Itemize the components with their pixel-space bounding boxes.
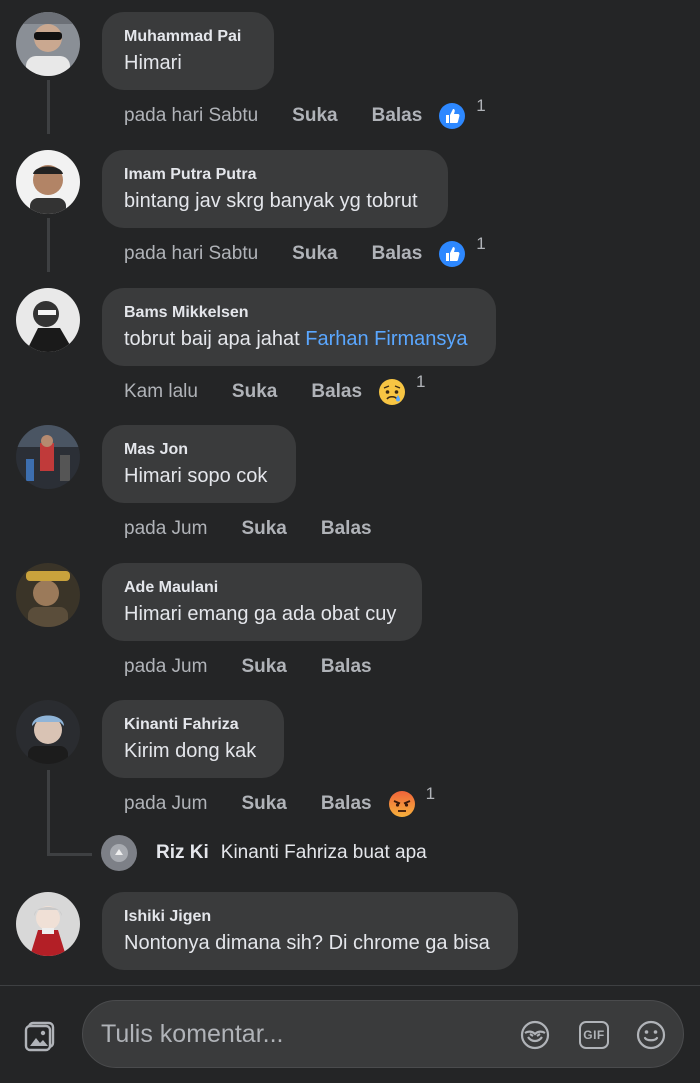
comment-bubble[interactable]: Kinanti Fahriza Kirim dong kak bbox=[102, 700, 284, 778]
reaction-count: 1 bbox=[476, 234, 486, 253]
like-button[interactable]: Suka bbox=[241, 656, 286, 678]
like-button[interactable]: Suka bbox=[241, 793, 286, 815]
reply-preview[interactable]: Riz Ki Kinanti Fahriza buat apa bbox=[101, 834, 427, 872]
comment-bubble[interactable]: Muhammad Pai Himari bbox=[102, 12, 274, 90]
comment-time[interactable]: pada hari Sabtu bbox=[124, 243, 258, 265]
comment-composer: GIF bbox=[0, 985, 700, 1083]
like-button[interactable]: Suka bbox=[241, 518, 286, 540]
reaction-count: 1 bbox=[425, 784, 436, 803]
reaction-count: 1 bbox=[416, 372, 426, 391]
comment-bubble[interactable]: Imam Putra Putra bintang jav skrg banyak… bbox=[102, 150, 448, 228]
like-button[interactable]: Suka bbox=[232, 381, 277, 403]
comment-actions: Kam lalu Suka Balas 1 bbox=[124, 372, 426, 407]
avatar[interactable] bbox=[16, 425, 80, 489]
reply-thread-connector bbox=[47, 770, 92, 856]
comment-author[interactable]: Imam Putra Putra bbox=[124, 164, 426, 186]
comment-actions: pada hari Sabtu Suka Balas 1 bbox=[124, 234, 486, 269]
reply-button[interactable]: Balas bbox=[372, 105, 423, 127]
sad-reaction-icon[interactable] bbox=[378, 378, 406, 406]
comment-bubble[interactable]: Mas Jon Himari sopo cok bbox=[102, 425, 296, 503]
comment-input-container[interactable]: GIF bbox=[82, 1000, 684, 1068]
thread-line bbox=[47, 218, 50, 272]
like-button[interactable]: Suka bbox=[292, 243, 337, 265]
comment-text: Himari emang ga ada obat cuy bbox=[124, 603, 397, 625]
avatar[interactable] bbox=[16, 700, 80, 764]
photo-icon[interactable] bbox=[22, 1018, 58, 1054]
comment-author[interactable]: Muhammad Pai bbox=[124, 26, 252, 48]
mention-link[interactable]: Farhan Firmansya bbox=[305, 328, 467, 350]
reply-button[interactable]: Balas bbox=[372, 243, 423, 265]
comment-text: Nontonya dimana sih? Di chrome ga bisa bbox=[124, 932, 490, 954]
avatar[interactable] bbox=[101, 835, 137, 871]
reaction-count: 1 bbox=[476, 96, 486, 115]
reply-text: Kinanti Fahriza buat apa bbox=[220, 842, 427, 863]
comment-bubble[interactable]: Ade Maulani Himari emang ga ada obat cuy bbox=[102, 563, 422, 641]
comment-author[interactable]: Bams Mikkelsen bbox=[124, 302, 474, 324]
like-button[interactable]: Suka bbox=[292, 105, 337, 127]
sticker-icon[interactable] bbox=[519, 1019, 551, 1051]
comment-actions: pada Jum Suka Balas bbox=[124, 514, 384, 544]
comment-text: bintang jav skrg banyak yg tobrut bbox=[124, 190, 418, 212]
comment-time[interactable]: Kam lalu bbox=[124, 381, 198, 403]
comment-time[interactable]: pada Jum bbox=[124, 656, 207, 678]
comment-feed: Muhammad Pai Himari pada hari Sabtu Suka… bbox=[0, 0, 700, 985]
reply-button[interactable]: Balas bbox=[321, 793, 372, 815]
comment-time[interactable]: pada Jum bbox=[124, 793, 207, 815]
gif-button[interactable]: GIF bbox=[579, 1021, 609, 1049]
comment-author[interactable]: Kinanti Fahriza bbox=[124, 714, 262, 736]
comment-text: Himari bbox=[124, 52, 182, 74]
avatar[interactable] bbox=[16, 563, 80, 627]
avatar[interactable] bbox=[16, 288, 80, 352]
comment-text-body: tobrut baij apa jahat bbox=[124, 328, 306, 350]
comment-time[interactable]: pada Jum bbox=[124, 518, 207, 540]
avatar[interactable] bbox=[16, 150, 80, 214]
comment-text: Kirim dong kak bbox=[124, 740, 257, 762]
gif-label: GIF bbox=[583, 1028, 605, 1042]
comment-author[interactable]: Ishiki Jigen bbox=[124, 906, 496, 928]
comment-actions: pada hari Sabtu Suka Balas 1 bbox=[124, 96, 486, 131]
comment-actions: pada Jum Suka Balas 1 bbox=[124, 784, 435, 819]
reply-button[interactable]: Balas bbox=[311, 381, 362, 403]
comment-actions: pada Jum Suka Balas bbox=[124, 652, 384, 682]
comment-bubble[interactable]: Bams Mikkelsen tobrut baij apa jahat Far… bbox=[102, 288, 496, 366]
comment-text: tobrut baij apa jahat Farhan Firmansya bbox=[124, 326, 474, 352]
comment-author[interactable]: Mas Jon bbox=[124, 439, 274, 461]
angry-reaction-icon[interactable] bbox=[388, 790, 416, 818]
like-reaction-icon[interactable] bbox=[438, 240, 466, 268]
comment-time[interactable]: pada hari Sabtu bbox=[124, 105, 258, 127]
reply-button[interactable]: Balas bbox=[321, 518, 372, 540]
avatar[interactable] bbox=[16, 892, 80, 956]
comment-input[interactable] bbox=[101, 1013, 501, 1055]
comment-bubble[interactable]: Ishiki Jigen Nontonya dimana sih? Di chr… bbox=[102, 892, 518, 970]
reply-author[interactable]: Riz Ki bbox=[156, 842, 209, 864]
reply-button[interactable]: Balas bbox=[321, 656, 372, 678]
thread-line bbox=[47, 80, 50, 134]
comment-author[interactable]: Ade Maulani bbox=[124, 577, 400, 599]
comment-text: Himari sopo cok bbox=[124, 465, 268, 487]
emoji-icon[interactable] bbox=[635, 1019, 667, 1051]
avatar[interactable] bbox=[16, 12, 80, 76]
like-reaction-icon[interactable] bbox=[438, 102, 466, 130]
